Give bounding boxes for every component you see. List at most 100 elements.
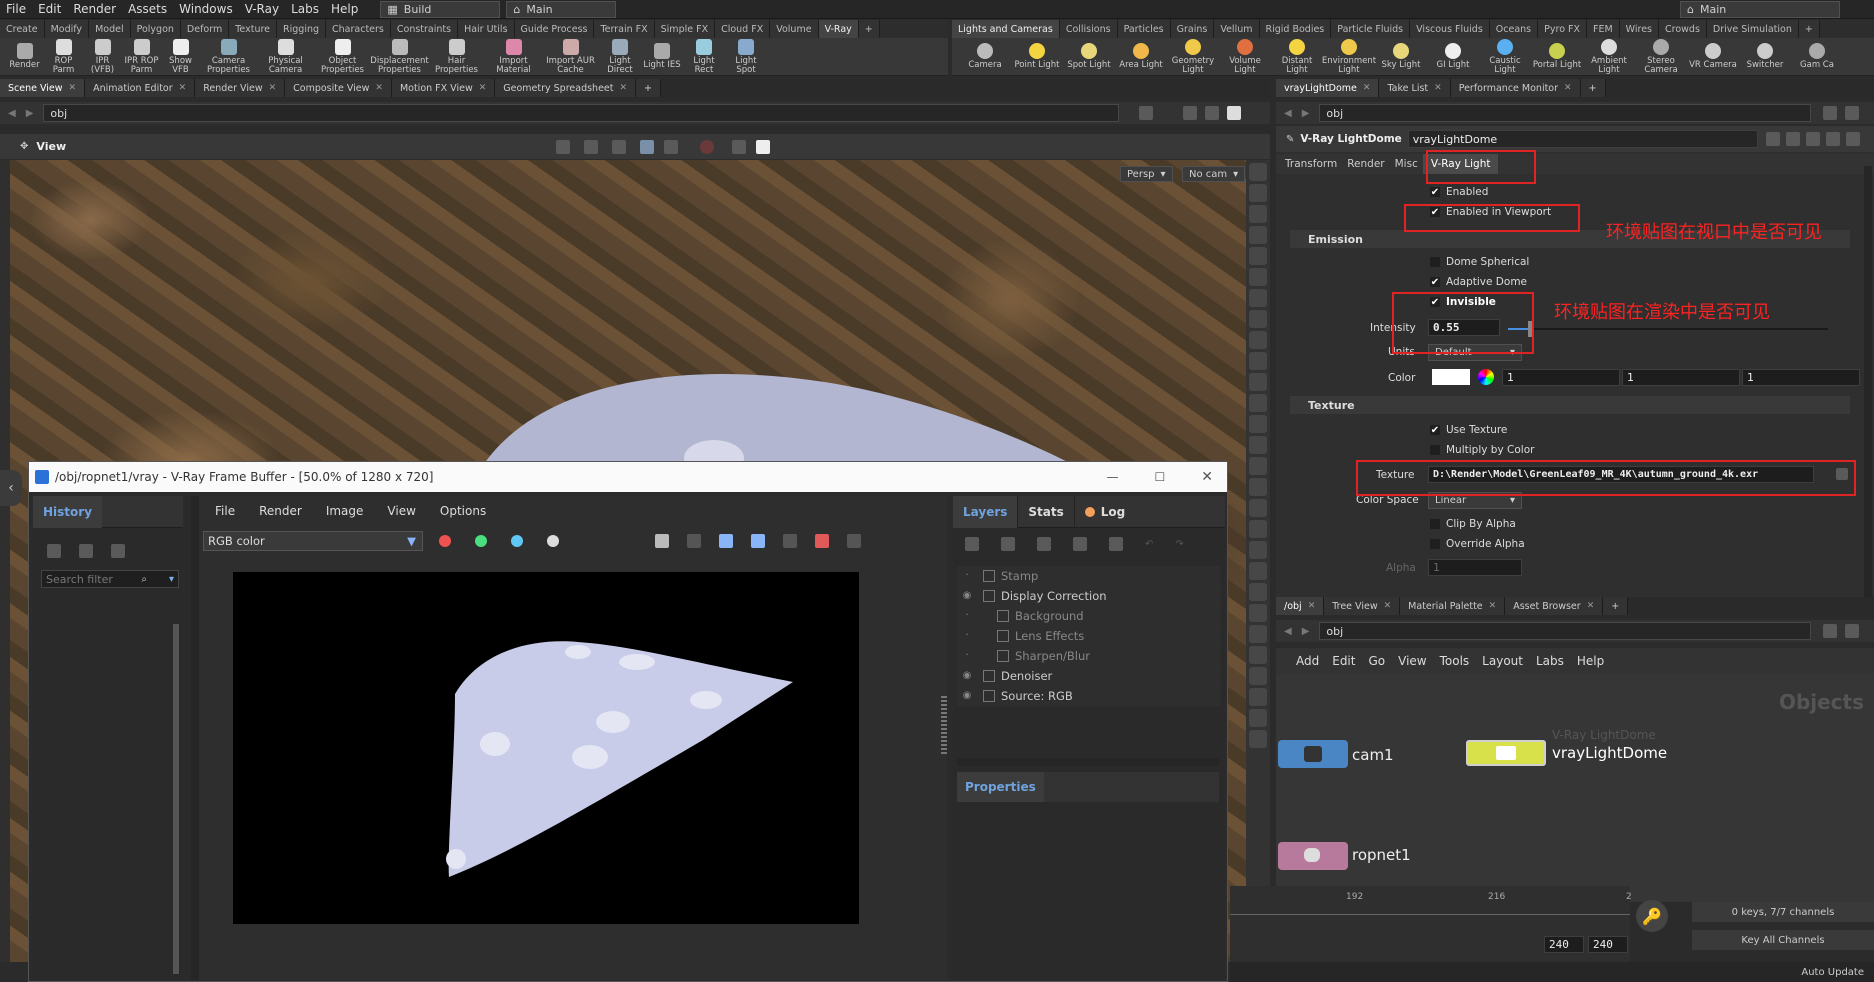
save-layers-icon[interactable] <box>1037 537 1051 551</box>
tab-misc[interactable]: Misc <box>1390 158 1423 170</box>
shelf-tool[interactable]: Environment Light <box>1322 38 1376 75</box>
shelf-tool[interactable]: Distant Light <box>1272 38 1322 75</box>
tab-transform[interactable]: Transform <box>1280 158 1342 170</box>
network-editor[interactable]: Objects cam1 V-Ray LightDome vrayLightDo… <box>1276 674 1874 902</box>
info-icon[interactable] <box>1825 132 1840 146</box>
eye-off-icon[interactable]: · <box>957 650 977 661</box>
viewport-tool-icon[interactable] <box>1249 541 1267 559</box>
viewport-tool-icon[interactable] <box>1249 394 1267 412</box>
network-menu-item[interactable]: Help <box>1577 654 1604 668</box>
layers-splitter[interactable] <box>957 758 1219 766</box>
shelf-tab[interactable]: Viscous Fluids <box>1410 20 1490 38</box>
shelf-tab[interactable]: Texture <box>229 20 278 38</box>
shelf-tool[interactable]: Switcher <box>1740 43 1790 70</box>
shelf-tool[interactable]: Spot Light <box>1064 43 1114 70</box>
shelf-tab[interactable]: Hair Utils <box>458 20 515 38</box>
help-icon[interactable] <box>1845 132 1860 146</box>
history-search-input[interactable]: Search filter ⌕ ▾ <box>41 570 179 588</box>
checkbox-checked-icon[interactable]: ✔ <box>1430 187 1440 198</box>
layer-row[interactable]: · Background <box>957 606 1221 626</box>
shelf-tab[interactable]: Cloud FX <box>715 20 771 38</box>
viewport-tool-icon[interactable] <box>1249 457 1267 475</box>
viewport-tool-icon[interactable] <box>1249 562 1267 580</box>
shelf-tool[interactable]: Light Rect <box>684 38 724 75</box>
help-icon[interactable] <box>1845 624 1860 638</box>
network-menu-item[interactable]: View <box>1398 654 1426 668</box>
range-frame-input[interactable]: 240 <box>1588 936 1628 953</box>
clip-alpha-row[interactable]: Clip By Alpha <box>1430 518 1516 530</box>
pane-tab[interactable]: Take List ✕ <box>1379 79 1451 97</box>
viewport-tool-icon[interactable] <box>1249 268 1267 286</box>
pane-tab[interactable]: Render View ✕ <box>195 79 286 97</box>
viewport-tool-icon[interactable] <box>1249 289 1267 307</box>
checkbox-empty-icon[interactable] <box>1430 257 1440 267</box>
shelf-tool[interactable]: Gam Ca <box>1792 43 1842 70</box>
network-menu-item[interactable]: Labs <box>1536 654 1564 668</box>
add-tab-icon[interactable]: + <box>1580 79 1606 97</box>
viewport-tool-icon[interactable] <box>1249 520 1267 538</box>
add-layer-icon[interactable] <box>965 537 979 551</box>
menu-help[interactable]: Help <box>325 2 364 16</box>
pose-icon[interactable] <box>584 139 599 154</box>
timeline-track[interactable] <box>1230 914 1630 915</box>
shelf-tab[interactable]: Oceans <box>1489 20 1539 38</box>
viewport-tool-icon[interactable] <box>1249 415 1267 433</box>
shelf-tool[interactable]: Camera Properties <box>201 38 256 75</box>
viewport-tool-icon[interactable] <box>1249 688 1267 706</box>
pin-icon[interactable] <box>1139 106 1154 120</box>
shelf-tool[interactable]: Render <box>6 43 43 70</box>
network-icon[interactable] <box>1785 132 1800 146</box>
shelf-tab[interactable]: Volume <box>770 20 819 38</box>
param-scrollbar[interactable] <box>1864 166 1872 606</box>
rendered-image[interactable] <box>233 572 859 924</box>
close-tab-icon[interactable]: ✕ <box>1587 601 1595 611</box>
close-tab-icon[interactable]: ✕ <box>375 83 383 93</box>
vfb-menu-item[interactable]: Options <box>440 504 486 518</box>
layer-row[interactable]: ◉ Source: RGB <box>957 686 1221 706</box>
network-menu-item[interactable]: Layout <box>1482 654 1523 668</box>
network-menu-item[interactable]: Edit <box>1332 654 1355 668</box>
desktop-dropdown[interactable]: ▦ Build <box>380 0 501 18</box>
forward-arrow-icon[interactable]: ▶ <box>26 108 34 119</box>
shelf-tool[interactable]: Stereo Camera <box>1636 38 1686 75</box>
layer-row[interactable]: · Sharpen/Blur <box>957 646 1221 666</box>
dome-spherical-row[interactable]: Dome Spherical <box>1430 256 1529 268</box>
collapse-arrow-icon[interactable]: ‹ <box>0 470 22 506</box>
shelf-tool[interactable]: Caustic Light <box>1480 38 1530 75</box>
intensity-slider[interactable] <box>1508 328 1828 330</box>
alpha-channel-icon[interactable] <box>547 535 559 547</box>
record-icon[interactable] <box>700 139 715 154</box>
pane-tab[interactable]: Animation Editor ✕ <box>85 79 196 97</box>
help-icon[interactable] <box>1845 106 1860 120</box>
shelf-tab[interactable]: FEM <box>1587 20 1620 38</box>
layer-row[interactable]: ◉ Display Correction <box>957 586 1221 606</box>
shelf-tool[interactable]: Import Material <box>486 38 541 75</box>
shelf-tab[interactable]: Wires <box>1619 20 1659 38</box>
back-arrow-icon[interactable]: ◀ <box>1284 626 1292 637</box>
pane-tab[interactable]: Performance Monitor ✕ <box>1450 79 1581 97</box>
shelf-tool[interactable]: Geometry Light <box>1168 38 1218 75</box>
viewport-tool-icon[interactable] <box>1249 667 1267 685</box>
filter-dropdown-icon[interactable]: ▾ <box>169 574 174 585</box>
pane-tab[interactable]: Geometry Spreadsheet ✕ <box>495 79 637 97</box>
checkbox-checked-icon[interactable]: ✔ <box>1430 277 1440 288</box>
viewport-tool-icon[interactable] <box>1249 184 1267 202</box>
close-tab-icon[interactable]: ✕ <box>269 83 277 93</box>
blue-channel-icon[interactable] <box>511 535 523 547</box>
context-right-dropdown[interactable]: ⌂ Main <box>1680 1 1840 18</box>
shelf-tool[interactable]: IPR ROP Parm <box>123 38 160 75</box>
shelf-tool[interactable]: ROP Parm <box>45 38 82 75</box>
auto-update-label[interactable]: Auto Update <box>1801 967 1864 978</box>
vfb-menu-item[interactable]: View <box>387 504 415 518</box>
checkbox-empty-icon[interactable] <box>1430 519 1440 529</box>
shelf-tab[interactable]: Terrain FX <box>594 20 655 38</box>
green-channel-icon[interactable] <box>475 535 487 547</box>
shelf-tool[interactable]: Light Spot <box>726 38 766 75</box>
viewport-tool-icon[interactable] <box>1249 499 1267 517</box>
search-icon[interactable] <box>1805 132 1820 146</box>
shelf-tab[interactable]: Simple FX <box>654 20 716 38</box>
eye-off-icon[interactable]: · <box>957 570 977 581</box>
use-texture-row[interactable]: ✔ Use Texture <box>1430 424 1507 436</box>
close-tab-icon[interactable]: ✕ <box>179 83 187 93</box>
back-arrow-icon[interactable]: ◀ <box>8 108 16 119</box>
